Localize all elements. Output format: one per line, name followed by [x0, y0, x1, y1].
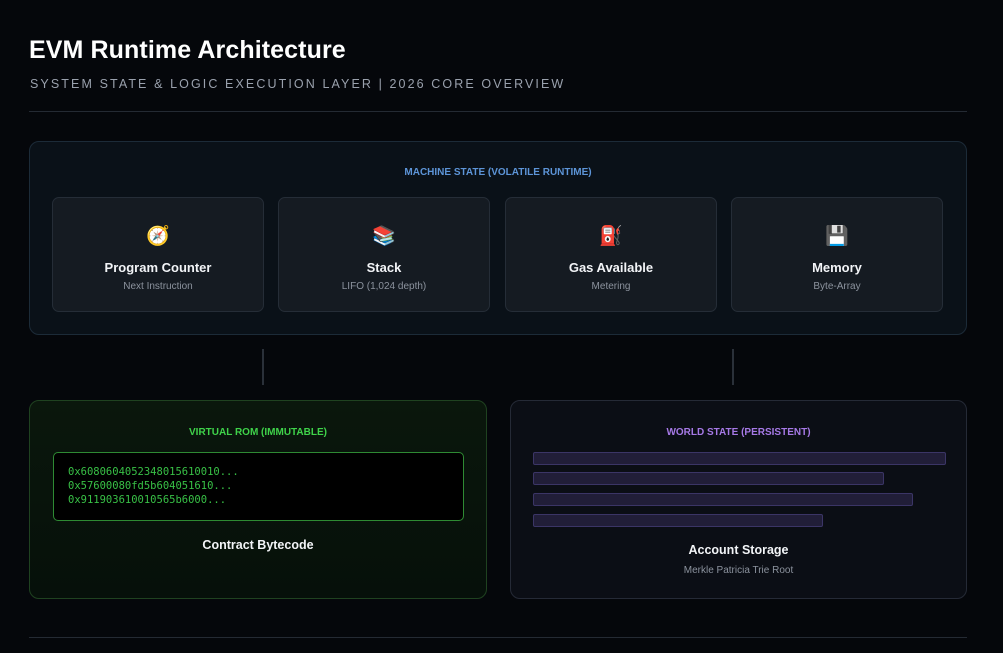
virtual-rom-label: VIRTUAL ROM (IMMUTABLE) — [189, 427, 327, 438]
books-icon: 📚 — [372, 225, 396, 247]
bytecode-line: 0x911903610010565b6000... — [68, 494, 227, 506]
gas-available-desc: Metering — [591, 281, 631, 292]
bottom-divider — [29, 637, 967, 638]
world-state-label: WORLD STATE (PERSISTENT) — [666, 427, 811, 438]
world-state-panel: WORLD STATE (PERSISTENT) Account Storage… — [510, 400, 967, 599]
stack-card: 📚 Stack LIFO (1,024 depth) — [278, 197, 490, 312]
memory-desc: Byte-Array — [813, 281, 861, 292]
bytecode-line: 0x57600080fd5b604051610... — [68, 480, 233, 492]
stack-name: Stack — [366, 260, 402, 275]
contract-bytecode-title: Contract Bytecode — [202, 538, 314, 552]
evm-architecture-page: EVM Runtime Architecture SYSTEM STATE & … — [0, 0, 1003, 653]
memory-name: Memory — [812, 260, 862, 275]
storage-bar — [533, 514, 823, 527]
storage-bar — [533, 472, 884, 485]
storage-bar — [533, 493, 913, 506]
gas-available-name: Gas Available — [568, 260, 654, 275]
compass-icon: 🧭 — [146, 225, 170, 247]
machine-state-label: MACHINE STATE (VOLATILE RUNTIME) — [404, 167, 592, 178]
program-counter-desc: Next Instruction — [123, 281, 193, 292]
floppy-disk-icon: 💾 — [825, 225, 849, 247]
program-counter-card: 🧭 Program Counter Next Instruction — [52, 197, 264, 312]
bytecode-line: 0x6080604052348015610010... — [68, 466, 239, 478]
program-counter-name: Program Counter — [104, 260, 212, 275]
gas-available-card: ⛽ Gas Available Metering — [505, 197, 717, 312]
machine-state-panel: MACHINE STATE (VOLATILE RUNTIME) 🧭 Progr… — [29, 141, 967, 335]
virtual-rom-panel: VIRTUAL ROM (IMMUTABLE) 0x60806040523480… — [29, 400, 487, 599]
connector-right — [732, 349, 734, 385]
account-storage-title: Account Storage — [688, 543, 789, 557]
page-title: EVM Runtime Architecture — [29, 36, 346, 64]
top-divider — [29, 111, 967, 112]
account-storage-desc: Merkle Patricia Trie Root — [683, 565, 794, 576]
page-subtitle: SYSTEM STATE & LOGIC EXECUTION LAYER | 2… — [30, 77, 566, 91]
bytecode-box: 0x6080604052348015610010... 0x57600080fd… — [53, 452, 464, 521]
stack-desc: LIFO (1,024 depth) — [341, 281, 427, 292]
storage-bar — [533, 452, 946, 465]
memory-card: 💾 Memory Byte-Array — [731, 197, 943, 312]
fuel-pump-icon: ⛽ — [599, 225, 623, 247]
connector-left — [262, 349, 264, 385]
